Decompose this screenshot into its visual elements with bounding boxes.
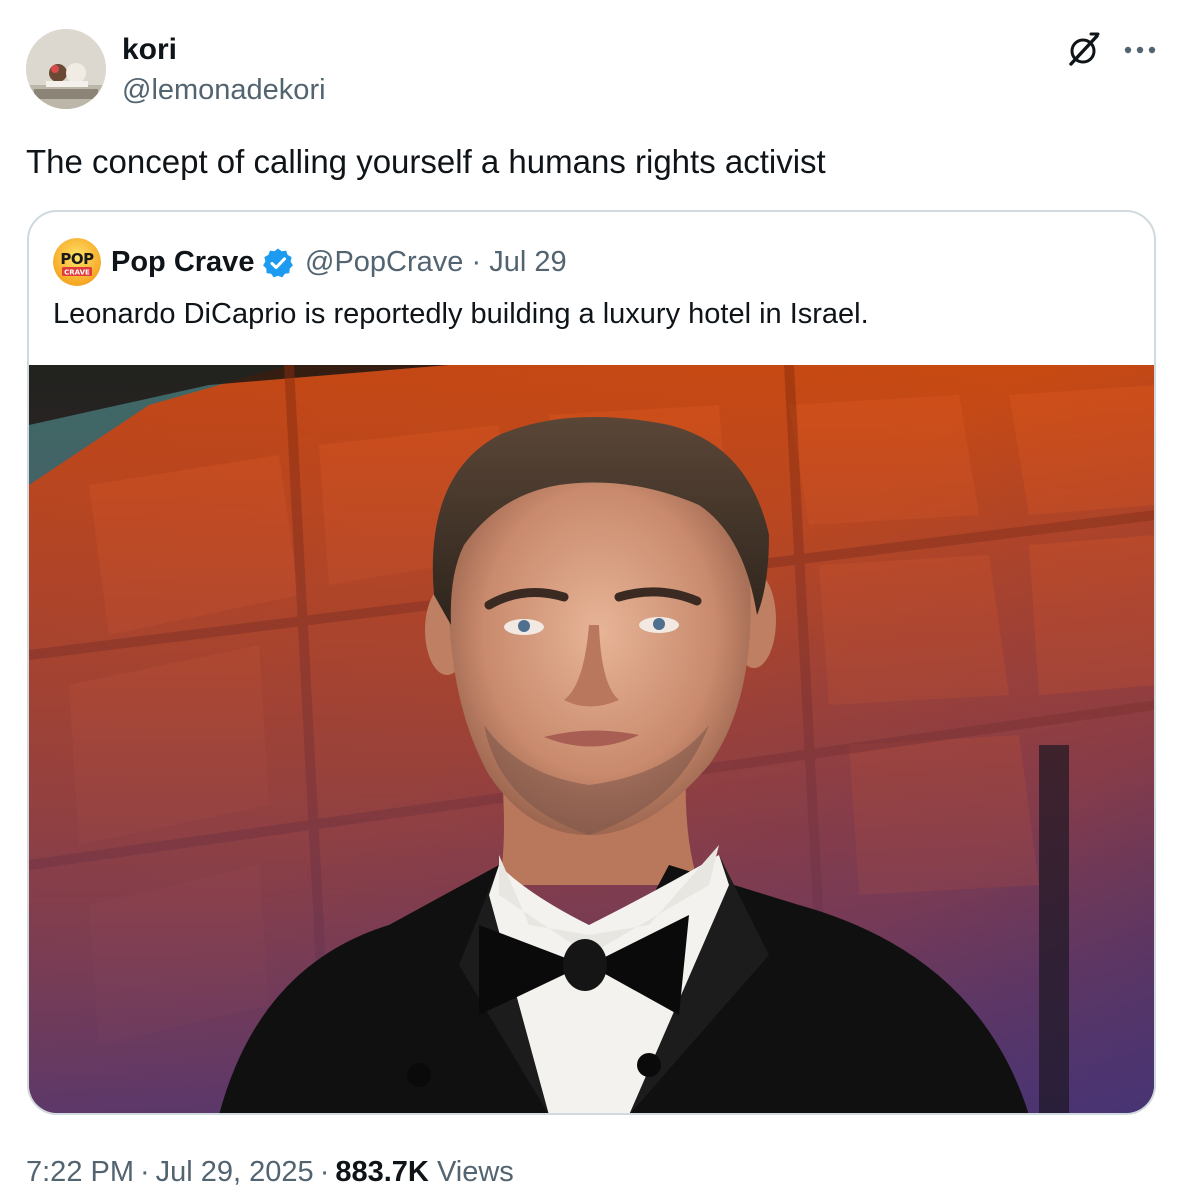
footer-separator: · [319,1156,330,1188]
quoted-tweet-image[interactable] [29,365,1154,1113]
views-count[interactable]: 883.7K [335,1156,429,1188]
pop-crave-logo-bottom: CRAVE [64,268,90,276]
tweet-time[interactable]: 7:22 PM [26,1156,134,1188]
quoted-date-separator: · [471,246,482,278]
views-label: Views [436,1156,514,1188]
tweet-footer: 7:22 PM · Jul 29, 2025 · 883.7K Views [26,1150,514,1194]
footer-separator: · [140,1156,150,1188]
pop-crave-logo-top: POP [60,250,94,268]
verified-badge-icon [262,247,294,279]
grok-icon[interactable] [1064,30,1104,70]
tweet-date[interactable]: Jul 29, 2025 [156,1156,314,1188]
quoted-meta: @PopCrave · Jul 29 [305,242,567,282]
tweet: kori @lemonadekori The concept of callin… [0,0,1195,1204]
more-dots-icon[interactable] [1118,30,1162,70]
author-avatar[interactable] [26,29,106,109]
quoted-tweet-text: Leonardo DiCaprio is reportedly building… [53,298,869,330]
quoted-author-name[interactable]: Pop Crave [111,242,254,282]
quoted-author-avatar[interactable]: POP CRAVE [53,238,101,286]
author-name[interactable]: kori [122,32,177,68]
quoted-author-handle[interactable]: @PopCrave [305,246,463,278]
tweet-text: The concept of calling yourself a humans… [26,143,826,180]
author-handle[interactable]: @lemonadekori [122,72,326,108]
quoted-tweet-card[interactable]: POP CRAVE Pop Crave @PopCrave · Jul 29 L… [27,210,1156,1115]
quoted-date[interactable]: Jul 29 [489,246,566,278]
